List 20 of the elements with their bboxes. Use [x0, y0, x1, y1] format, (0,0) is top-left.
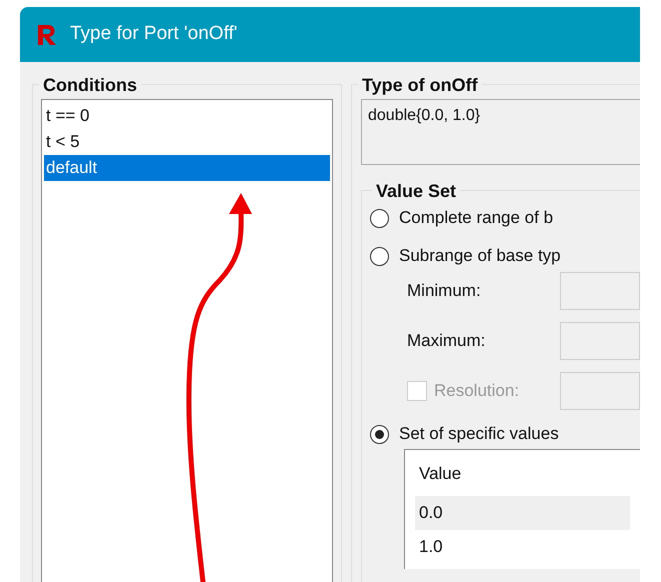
table-row[interactable]: 0.0	[415, 496, 630, 530]
radio-button[interactable]	[370, 246, 389, 266]
window-title: Type for Port 'onOff'	[70, 22, 238, 46]
column-header: Value	[418, 463, 462, 486]
input-field[interactable]	[560, 272, 640, 310]
radio-button[interactable]	[370, 424, 389, 444]
field-label: Maximum:	[407, 330, 486, 352]
radio-label: Subrange of base typ	[399, 245, 561, 268]
checkbox-label: Resolution:	[434, 380, 520, 402]
list-item[interactable]: t < 5	[44, 129, 330, 155]
radio-label: Set of specific values	[399, 423, 559, 446]
type-text-area[interactable]: double{0.0, 1.0}	[361, 99, 640, 165]
input-field[interactable]	[560, 322, 640, 360]
input-field[interactable]	[560, 372, 640, 410]
app-logo-icon	[36, 22, 58, 46]
radio-label: Complete range of b	[399, 207, 554, 230]
field-label: Minimum:	[407, 280, 482, 302]
list-item[interactable]: default	[44, 155, 330, 181]
radio-button[interactable]	[370, 208, 389, 228]
list-item[interactable]: t == 0	[44, 103, 330, 129]
